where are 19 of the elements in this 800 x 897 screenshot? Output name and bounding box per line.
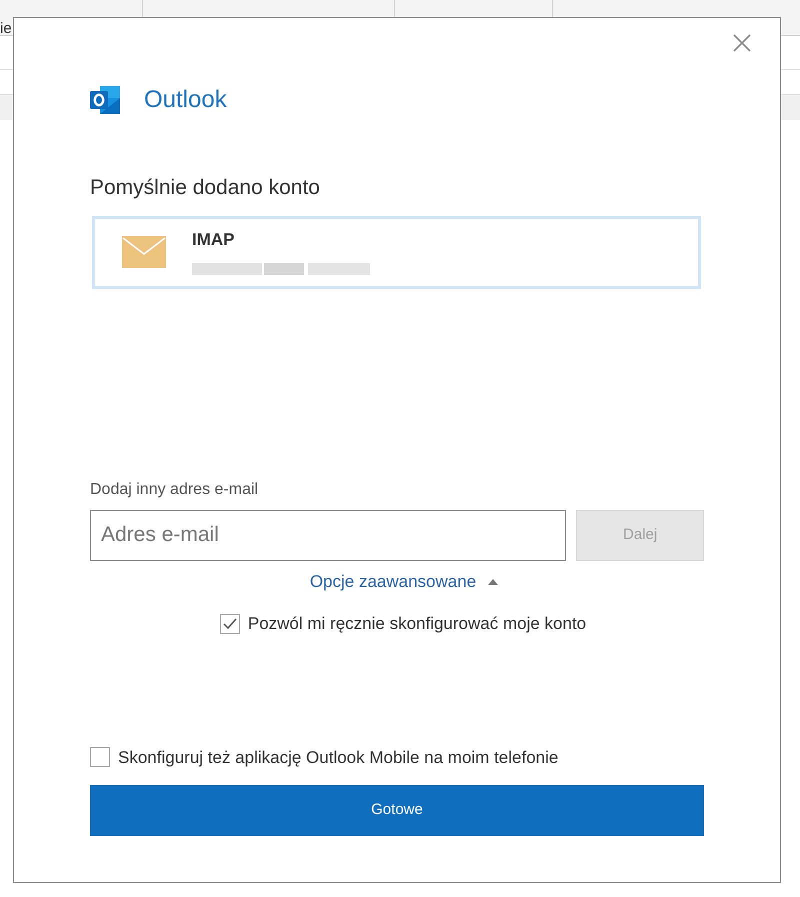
account-type: IMAP bbox=[192, 229, 236, 252]
close-button[interactable] bbox=[732, 33, 752, 53]
envelope-icon bbox=[122, 236, 166, 268]
outlook-logo-icon bbox=[90, 86, 122, 114]
advanced-options-link[interactable]: Opcje zaawansowane bbox=[310, 568, 498, 594]
done-button[interactable]: Gotowe bbox=[90, 785, 704, 836]
mobile-setup-label: Skonfiguruj też aplikację Outlook Mobile na moim telefonie bbox=[118, 746, 558, 768]
close-icon bbox=[733, 34, 751, 52]
table-cell-text: ie bbox=[0, 20, 12, 38]
account-card[interactable]: IMAP bbox=[92, 216, 701, 288]
caret-icon bbox=[488, 578, 498, 585]
heading: Pomyślnie dodano konto bbox=[90, 175, 321, 201]
email-field[interactable]: Adres e-mail bbox=[90, 510, 566, 560]
checkbox[interactable] bbox=[220, 614, 240, 634]
checkbox[interactable] bbox=[90, 747, 110, 768]
add-email-label: Dodaj inny adres e-mail bbox=[90, 480, 260, 500]
app-name: Outlook bbox=[144, 85, 227, 115]
manual-setup-label: Pozwól mi ręcznie skonfigurować moje konto bbox=[248, 613, 586, 635]
checkmark-icon bbox=[222, 618, 237, 630]
